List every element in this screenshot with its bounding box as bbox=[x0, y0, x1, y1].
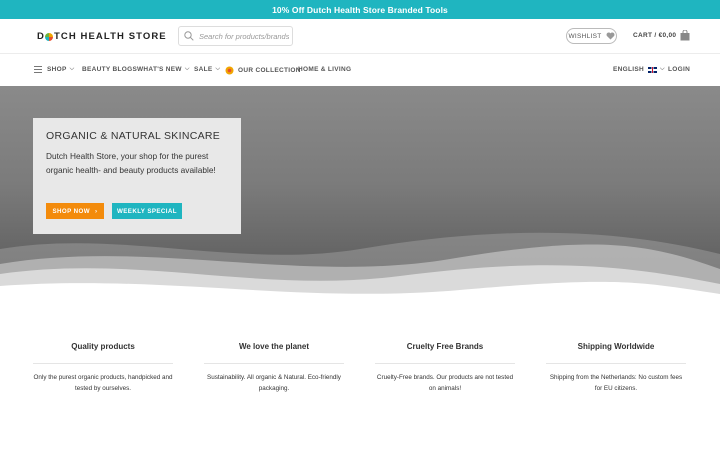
hero-title: ORGANIC & NATURAL SKINCARE bbox=[46, 130, 221, 142]
hero-content-box: ORGANIC & NATURAL SKINCARE Dutch Health … bbox=[33, 118, 241, 234]
language-selector[interactable]: ENGLISH ⌵ bbox=[613, 66, 665, 73]
feature-title: Shipping Worldwide bbox=[546, 330, 686, 364]
menu-icon bbox=[34, 66, 42, 73]
nav-shop[interactable]: SHOP ⌵ bbox=[34, 66, 74, 73]
cart-label: CART / €0,00 bbox=[633, 32, 677, 39]
logo-mark-icon bbox=[45, 32, 54, 41]
main-navigation: SHOP ⌵ BEAUTY BLOGS WHAT'S NEW ⌵ SALE ⌵ OUR… bbox=[0, 55, 720, 86]
promo-text[interactable]: 10% Off Dutch Health Store Branded Tools bbox=[272, 5, 448, 15]
chevron-down-icon: ⌵ bbox=[660, 66, 665, 72]
feature-item: We love the planet Sustainability. All o… bbox=[204, 330, 344, 394]
feature-text: Only the purest organic products, handpi… bbox=[33, 374, 173, 392]
site-header: DTCH HEALTH STORE WISHLIST CART / €0,00 bbox=[0, 19, 720, 54]
cart-button[interactable]: CART / €0,00 bbox=[633, 30, 690, 41]
chevron-down-icon: ⌵ bbox=[69, 66, 75, 72]
feature-title: Quality products bbox=[33, 330, 173, 364]
nav-sale[interactable]: SALE ⌵ bbox=[194, 66, 220, 73]
hero-wave-decoration bbox=[0, 232, 720, 304]
nav-our-collection[interactable]: OUR COLLECTION bbox=[225, 66, 301, 75]
nav-whats-new[interactable]: WHAT'S NEW ⌵ bbox=[137, 66, 190, 73]
hero-banner: ORGANIC & NATURAL SKINCARE Dutch Health … bbox=[0, 86, 720, 304]
chevron-down-icon: ⌵ bbox=[215, 66, 221, 72]
shopping-bag-icon bbox=[680, 30, 690, 41]
weekly-special-button[interactable]: WEEKLY SPECIAL bbox=[112, 203, 182, 219]
hero-text: Dutch Health Store, your shop for the pu… bbox=[46, 151, 216, 175]
feature-text: Shipping from the Netherlands: No custom… bbox=[549, 374, 683, 392]
feature-title: Cruelty Free Brands bbox=[375, 330, 515, 364]
wishlist-label: WISHLIST bbox=[568, 32, 602, 40]
collection-badge-icon bbox=[225, 66, 234, 75]
feature-item: Quality products Only the purest organic… bbox=[33, 330, 173, 394]
shop-now-button[interactable]: SHOP NOW › bbox=[46, 203, 104, 219]
chevron-down-icon: ⌵ bbox=[184, 66, 190, 72]
chevron-right-icon: › bbox=[95, 207, 98, 215]
site-logo[interactable]: D TCH HEALTH STORE bbox=[37, 31, 167, 42]
feature-item: Cruelty Free Brands Cruelty-Free brands.… bbox=[375, 330, 515, 394]
search-box[interactable] bbox=[178, 26, 293, 46]
heart-icon bbox=[606, 32, 615, 40]
search-icon[interactable] bbox=[184, 31, 194, 41]
search-input[interactable] bbox=[199, 31, 289, 41]
feature-item: Shipping Worldwide Shipping from the Net… bbox=[546, 330, 686, 394]
nav-home-living[interactable]: HOME & LIVING bbox=[298, 66, 351, 73]
nav-beauty-blogs[interactable]: BEAUTY BLOGS bbox=[82, 66, 137, 73]
feature-text: Sustainability. All organic & Natural. E… bbox=[207, 374, 341, 392]
feature-title: We love the planet bbox=[204, 330, 344, 364]
promo-bar[interactable]: 10% Off Dutch Health Store Branded Tools bbox=[0, 0, 720, 19]
uk-flag-icon bbox=[648, 66, 657, 73]
feature-text: Cruelty-Free brands. Our products are no… bbox=[376, 374, 514, 392]
feature-section: Quality products Only the purest organic… bbox=[0, 330, 720, 410]
nav-login[interactable]: LOGIN bbox=[668, 66, 690, 73]
wishlist-button[interactable]: WISHLIST bbox=[566, 28, 617, 44]
